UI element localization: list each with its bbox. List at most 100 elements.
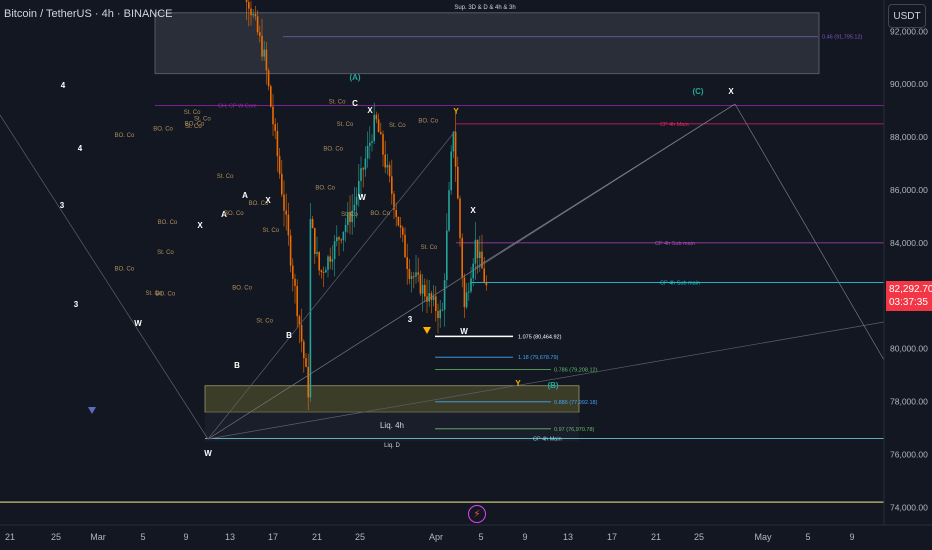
- annotation-label: BO. Co: [370, 211, 390, 217]
- candle-body: [371, 141, 373, 143]
- candle-body: [338, 237, 340, 240]
- liq-d-label: Liq. D: [384, 443, 400, 449]
- time-tick-label: 13: [563, 532, 573, 542]
- candle-body: [463, 277, 466, 308]
- price-tick-label: 80,000.00: [890, 344, 928, 354]
- candle-body: [276, 130, 279, 157]
- candle-body: [380, 132, 382, 135]
- wave-label: A: [242, 191, 248, 200]
- level-label: CP 4h Sub main: [660, 281, 700, 287]
- time-tick-label: 13: [225, 532, 235, 542]
- candle-body: [391, 176, 393, 194]
- symbol-title: Bitcoin / TetherUS · 4h · BINANCE: [4, 8, 173, 20]
- candle-body: [402, 227, 404, 235]
- candle-body: [415, 272, 417, 277]
- candle-body: [333, 241, 336, 260]
- price-tick-label: 78,000.00: [890, 397, 928, 407]
- candle-body: [272, 106, 274, 125]
- candle-body: [417, 272, 419, 275]
- price-tick-label: 74,000.00: [890, 502, 928, 512]
- wave-label: W: [204, 449, 212, 458]
- candle-body: [267, 70, 270, 87]
- wave-label: (A): [349, 73, 360, 82]
- candle-body: [285, 210, 287, 215]
- candle-body: [254, 14, 257, 17]
- annotation-label: St. Co: [389, 123, 406, 129]
- candle-body: [410, 276, 413, 279]
- annotation-label: BO. Co: [232, 285, 252, 291]
- time-tick-label: 5: [805, 532, 810, 542]
- annotation-label: BO. Co: [224, 211, 244, 217]
- candle-body: [375, 114, 378, 120]
- candle-body: [397, 216, 400, 226]
- candle-body: [424, 284, 426, 297]
- candle-body: [441, 309, 444, 311]
- price-tick-label: 90,000.00: [890, 79, 928, 89]
- candle-body: [283, 194, 285, 211]
- candle-body: [360, 168, 362, 181]
- annotation-label: St. Co: [341, 212, 358, 218]
- candle-body: [377, 119, 380, 133]
- chart-canvas[interactable]: Sup. 3D & D & 4h & 3h Liq. 4h Liq. D 0.46 (…: [0, 0, 932, 550]
- candle-body: [408, 269, 411, 279]
- candle-body: [369, 142, 371, 146]
- candle-body: [454, 131, 457, 167]
- candle-body: [399, 225, 402, 228]
- lightning-event-icon[interactable]: ⚡: [468, 505, 486, 523]
- wave-label: W: [460, 327, 468, 336]
- candle-body: [327, 256, 329, 270]
- candle-body: [307, 366, 309, 398]
- annotation-label: St. Co: [256, 319, 273, 325]
- wave-label: X: [728, 87, 734, 96]
- candle-body: [470, 278, 472, 292]
- candle-body: [443, 280, 446, 310]
- annotation-label: BO. Co: [153, 127, 173, 133]
- candle-body: [314, 227, 316, 254]
- time-tick-label: Mar: [90, 532, 106, 542]
- candle-body: [353, 204, 356, 211]
- time-tick-label: 5: [478, 532, 483, 542]
- time-tick-label: Apr: [429, 532, 443, 542]
- level-label: CH, CP W Core: [218, 103, 257, 109]
- annotation-label: St. Co: [184, 110, 201, 116]
- currency-selector[interactable]: USDT: [888, 4, 926, 28]
- candle-body: [388, 164, 391, 177]
- annotation-label: BO. Co: [249, 201, 269, 207]
- time-tick-label: 21: [312, 532, 322, 542]
- candle-body: [256, 16, 259, 33]
- level-label: 0.46 (91,795.12): [822, 35, 863, 41]
- time-tick-label: 5: [140, 532, 145, 542]
- wave-label: 3: [74, 300, 79, 309]
- candle-body: [322, 272, 325, 274]
- level-label: 0.886 (77,992.18): [554, 400, 598, 406]
- candle-body: [309, 219, 312, 398]
- annotation-label: St. Co: [157, 250, 174, 256]
- candle-body: [342, 231, 345, 241]
- support-zone: [154, 12, 820, 75]
- wave-label: 3: [60, 201, 65, 210]
- level-label: 1.075 (80,464.92): [518, 334, 562, 340]
- candle-body: [413, 276, 415, 278]
- candle-body: [450, 151, 452, 191]
- level-label: 0.97 (76,970.78): [554, 427, 595, 433]
- candle-body: [287, 214, 290, 236]
- wave-label: X: [367, 106, 373, 115]
- price-tick-label: 76,000.00: [890, 450, 928, 460]
- candle-body: [294, 278, 296, 286]
- candle-body: [479, 251, 481, 259]
- candle-body: [446, 230, 448, 281]
- wave-label: (C): [692, 87, 703, 96]
- candle-body: [292, 265, 294, 279]
- candle-body: [485, 282, 488, 286]
- candle-body: [419, 274, 422, 294]
- annotation-label: St. Co: [217, 174, 234, 180]
- candle-body: [250, 8, 252, 16]
- time-tick-label: 9: [183, 532, 188, 542]
- candle-body: [318, 252, 320, 271]
- candle-body: [265, 49, 268, 71]
- candle-body: [366, 145, 369, 159]
- candle-body: [325, 269, 327, 273]
- candle-body: [261, 35, 263, 57]
- level-label: CP 4h Sub main: [655, 241, 695, 247]
- candle-body: [364, 158, 367, 170]
